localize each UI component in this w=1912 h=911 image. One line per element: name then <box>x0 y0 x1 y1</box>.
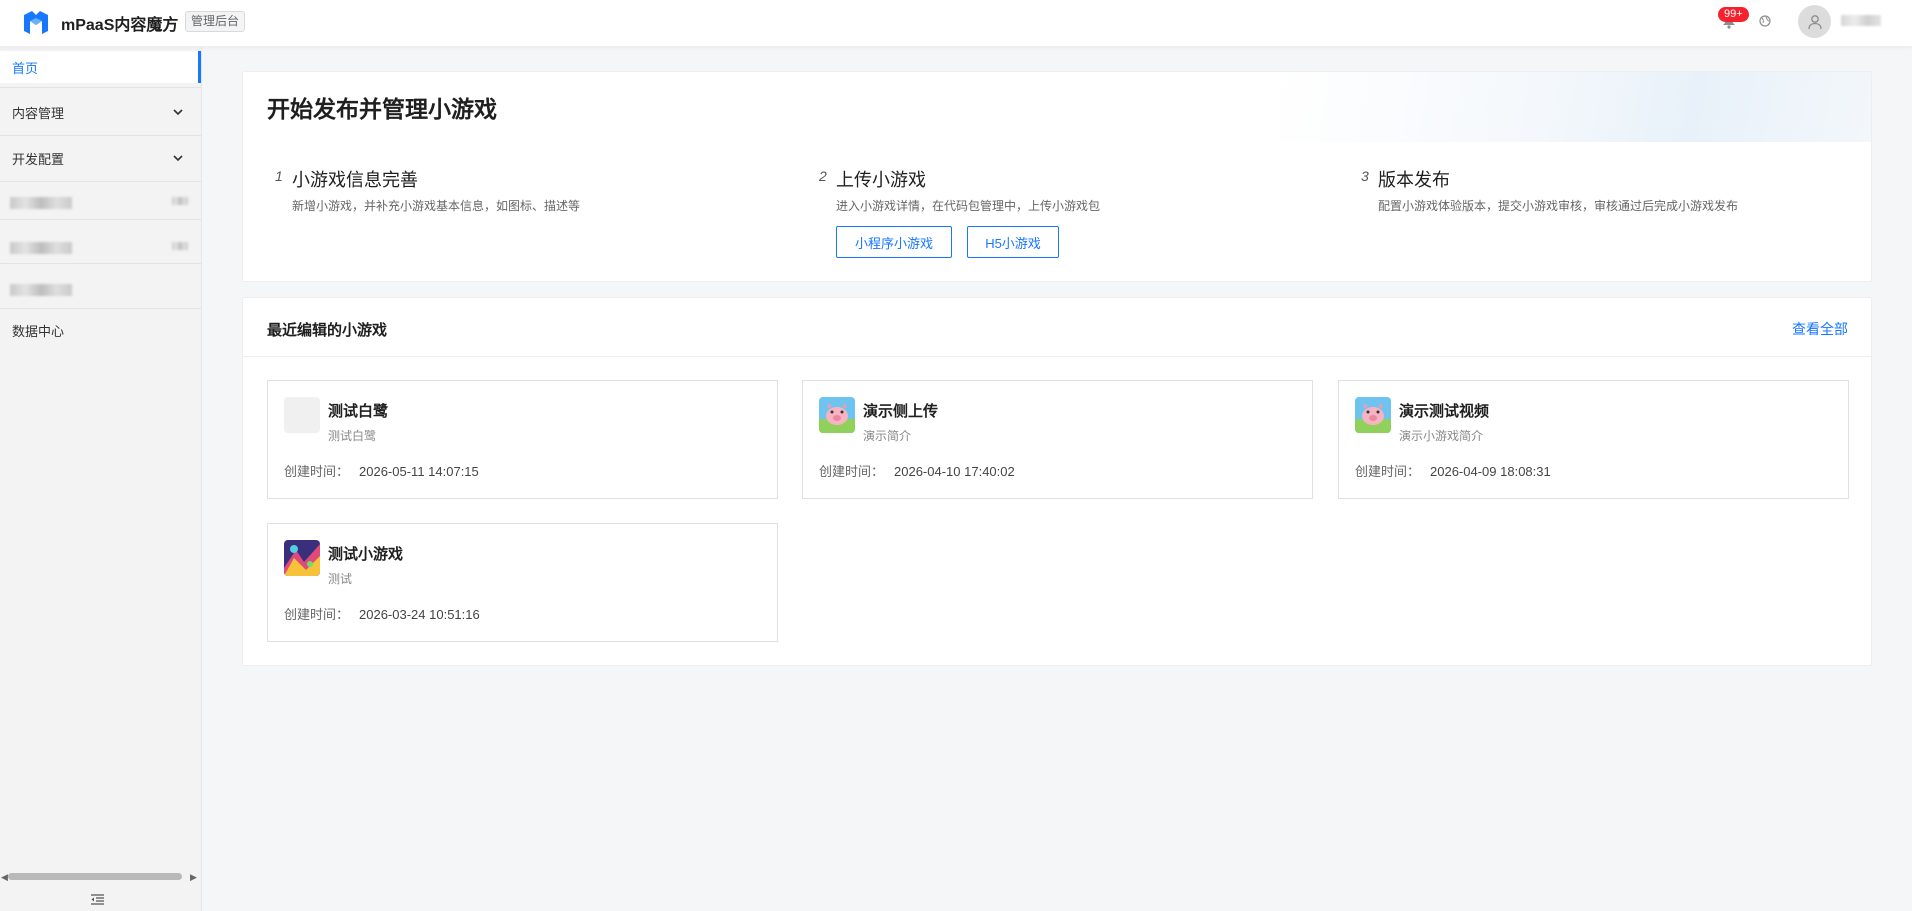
horizontal-scrollbar[interactable] <box>8 873 182 880</box>
divider <box>0 135 201 136</box>
game-name: 演示侧上传 <box>863 403 939 420</box>
step-title: 小游戏信息完善 <box>292 170 418 190</box>
step-title: 上传小游戏 <box>836 170 926 190</box>
start-guide-card: 开始发布并管理小游戏 1 小游戏信息完善 新增小游戏，并补充小游戏基本信息，如图… <box>242 71 1872 282</box>
time-label: 创建时间： <box>284 607 350 622</box>
divider <box>0 181 201 182</box>
game-card[interactable]: 演示测试视频 演示小游戏简介 创建时间： 2026-04-09 18:08:31 <box>1338 380 1849 499</box>
blurred-tag <box>172 242 188 250</box>
sidebar-item-label: 开发配置 <box>12 151 65 167</box>
step-description: 进入小游戏详情，在代码包管理中，上传小游戏包 <box>836 199 1101 213</box>
blurred-tag <box>172 197 188 205</box>
decorative-banner <box>1271 72 1871 142</box>
sidebar-item-label: 首页 <box>12 60 39 76</box>
user-icon <box>1807 14 1822 29</box>
game-created-time: 创建时间： 2026-04-09 18:08:31 <box>1355 461 1551 480</box>
game-description: 测试白鹭 <box>328 429 377 443</box>
pig-game-icon <box>1355 397 1391 433</box>
blank-icon <box>284 397 320 433</box>
admin-tag: 管理后台 <box>185 11 246 32</box>
game-card[interactable]: 测试小游戏 测试 创建时间： 2026-03-24 10:51:16 <box>267 523 778 642</box>
game-card[interactable]: 测试白鹭 测试白鹭 创建时间： 2026-05-11 14:07:15 <box>267 380 778 499</box>
game-created-time: 创建时间： 2026-04-10 17:40:02 <box>819 461 1015 480</box>
game-name: 测试小游戏 <box>328 546 404 563</box>
page-title: 开始发布并管理小游戏 <box>267 96 497 122</box>
sidebar-item-blurred[interactable] <box>10 197 72 209</box>
sidebar-item-label: 内容管理 <box>12 105 65 121</box>
game-description: 演示小游戏简介 <box>1399 429 1484 443</box>
globe-icon[interactable] <box>1759 15 1771 27</box>
game-card[interactable]: 演示侧上传 演示简介 创建时间： 2026-04-10 17:40:02 <box>802 380 1313 499</box>
user-name-blurred[interactable] <box>1841 15 1881 26</box>
recent-header: 最近编辑的小游戏 查看全部 <box>243 298 1871 357</box>
collapse-menu-icon[interactable] <box>91 894 104 905</box>
mpaas-logo-icon[interactable] <box>22 9 50 35</box>
divider <box>0 263 201 264</box>
sidebar-item-dev-config[interactable]: 开发配置 <box>0 138 201 178</box>
step-number: 2 <box>819 168 827 184</box>
top-header: mPaaS内容魔方 管理后台 99+ <box>0 0 1912 47</box>
notification-badge: 99+ <box>1718 7 1749 22</box>
game-description: 测试 <box>328 572 353 586</box>
colorful-game-icon <box>284 540 320 576</box>
game-description: 演示简介 <box>863 429 912 443</box>
sidebar-item-blurred[interactable] <box>10 284 72 296</box>
time-value: 2026-04-10 17:40:02 <box>894 464 1015 479</box>
recent-games-card: 最近编辑的小游戏 查看全部 测试白鹭 测试白鹭 创建时间： 2026-05-11 … <box>242 297 1872 666</box>
divider <box>0 87 201 88</box>
sidebar-item-content-mgmt[interactable]: 内容管理 <box>0 92 201 132</box>
step-number: 3 <box>1361 168 1369 184</box>
time-value: 2026-05-11 14:07:15 <box>359 464 479 479</box>
time-label: 创建时间： <box>284 464 350 479</box>
app-title: mPaaS内容魔方 <box>61 17 179 34</box>
chevron-down-icon <box>173 109 183 116</box>
time-value: 2026-04-09 18:08:31 <box>1430 464 1551 479</box>
scroll-left-icon[interactable]: ◀ <box>1 872 8 883</box>
step-title: 版本发布 <box>1378 170 1450 190</box>
sidebar-item-data-center[interactable]: 数据中心 <box>0 311 201 349</box>
game-name: 演示测试视频 <box>1399 403 1490 420</box>
chevron-down-icon <box>173 155 183 162</box>
sidebar-item-home[interactable]: 首页 <box>0 51 201 83</box>
section-title: 最近编辑的小游戏 <box>267 322 388 339</box>
miniapp-game-button[interactable]: 小程序小游戏 <box>836 226 952 258</box>
time-label: 创建时间： <box>1355 464 1421 479</box>
game-created-time: 创建时间： 2026-03-24 10:51:16 <box>284 604 480 623</box>
step-description: 新增小游戏，并补充小游戏基本信息，如图标、描述等 <box>292 199 581 213</box>
game-name: 测试白鹭 <box>328 403 389 420</box>
sidebar: 首页 内容管理 开发配置 数据中心 <box>0 47 202 911</box>
time-label: 创建时间： <box>819 464 885 479</box>
divider <box>0 219 201 220</box>
scroll-right-icon[interactable]: ▶ <box>190 872 197 883</box>
avatar[interactable] <box>1798 5 1831 38</box>
h5-game-button[interactable]: H5小游戏 <box>967 226 1059 258</box>
pig-game-icon <box>819 397 855 433</box>
sidebar-item-label: 数据中心 <box>12 323 65 339</box>
divider <box>0 308 201 309</box>
sidebar-item-blurred[interactable] <box>10 242 72 254</box>
step-description: 配置小游戏体验版本，提交小游戏审核，审核通过后完成小游戏发布 <box>1378 199 1739 213</box>
game-created-time: 创建时间： 2026-05-11 14:07:15 <box>284 461 479 480</box>
time-value: 2026-03-24 10:51:16 <box>359 607 480 622</box>
view-all-link[interactable]: 查看全部 <box>1792 319 1848 339</box>
step-number: 1 <box>275 168 283 184</box>
